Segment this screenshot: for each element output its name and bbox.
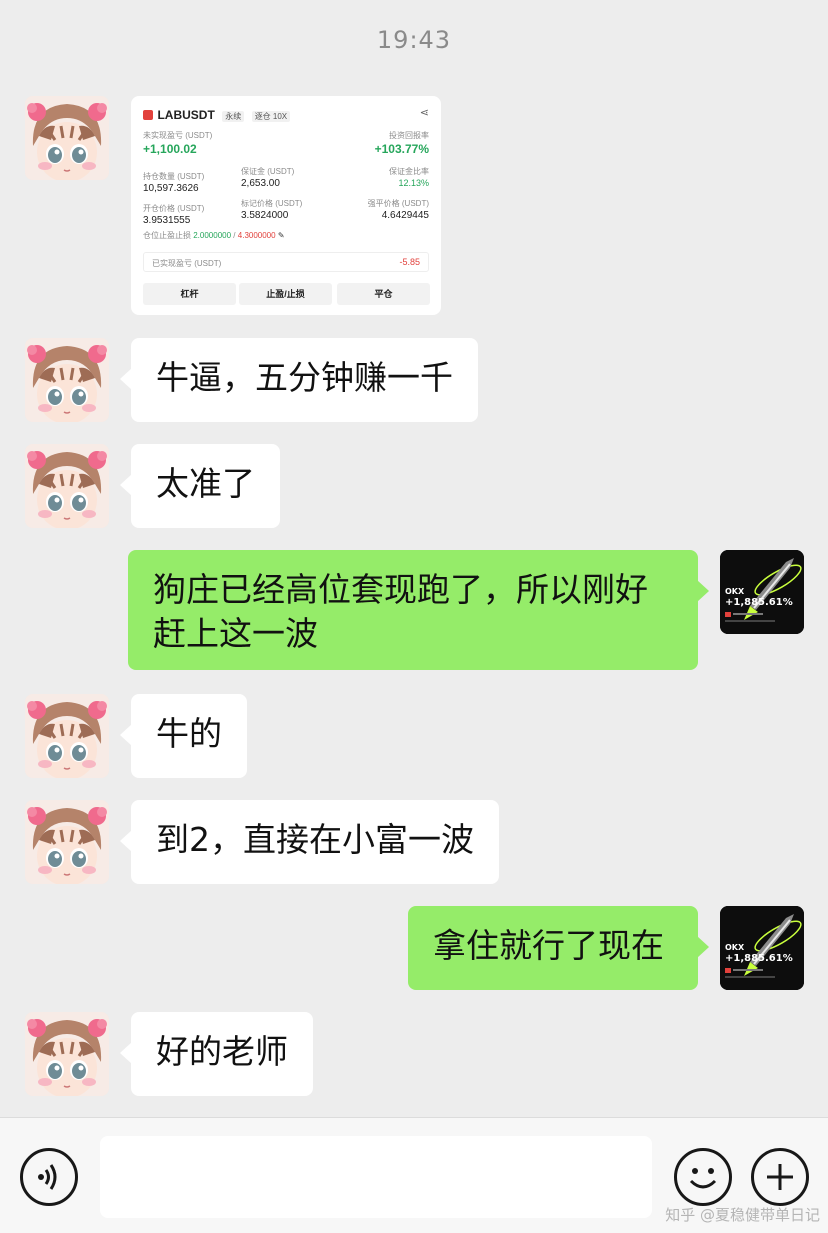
roi-label: 投资回报率	[389, 131, 429, 140]
edit-icon[interactable]: ✎	[278, 231, 285, 240]
status-time: 19:43	[376, 26, 452, 54]
emoji-button[interactable]	[674, 1148, 732, 1206]
tpsl-button[interactable]: 止盈/止损	[239, 283, 332, 305]
margin-ratio-value: 12.13%	[398, 178, 429, 188]
entry-value: 3.9531555	[143, 215, 191, 226]
liq-label: 强平价格 (USDT)	[367, 199, 429, 208]
message-bubble[interactable]: 到2，直接在小富一波	[120, 800, 499, 884]
contact-avatar[interactable]	[25, 338, 109, 422]
self-avatar-brand: OKX	[725, 587, 745, 596]
message-bubble[interactable]: 牛逼，五分钟赚一千	[120, 338, 478, 422]
message-bubble[interactable]: 牛的	[120, 694, 247, 778]
close-position-button[interactable]: 平仓	[337, 283, 430, 305]
self-avatar[interactable]: OKX +1,885.61%	[720, 906, 804, 990]
message-text-input[interactable]	[100, 1136, 652, 1218]
sl-value: 4.3000000	[237, 231, 276, 240]
message-bubble-self[interactable]: 狗庄已经高位套现跑了，所以刚好赶上这一波	[128, 550, 709, 670]
self-avatar-brand: OKX	[725, 943, 745, 952]
margin-label: 保证金 (USDT)	[241, 167, 295, 176]
self-avatar-percent: +1,885.61%	[725, 953, 793, 964]
contact-avatar[interactable]	[25, 1012, 109, 1096]
chat-input-bar: 知乎 @夏稳健带单日记	[0, 1117, 828, 1233]
liq-value: 4.6429445	[381, 210, 429, 221]
voice-icon	[38, 1164, 57, 1190]
voice-input-button[interactable]	[20, 1148, 78, 1206]
realized-label: 已实现盈亏 (USDT)	[152, 259, 222, 268]
unrealized-label: 未实现盈亏 (USDT)	[143, 131, 213, 140]
share-icon: ⋖	[419, 107, 429, 119]
message-bubble-self[interactable]: 拿住就行了现在	[408, 906, 709, 990]
contact-avatar[interactable]	[25, 800, 109, 884]
tpsl-label: 仓位止盈止损	[143, 231, 191, 240]
more-actions-button[interactable]	[751, 1148, 809, 1206]
self-avatar[interactable]: OKX +1,885.61%	[720, 550, 804, 634]
card-symbol: LABUSDT	[157, 108, 215, 122]
message-bubble[interactable]: 好的老师	[120, 1012, 313, 1096]
contact-avatar[interactable]	[25, 444, 109, 528]
card-tag-margin: 逐仓 10X	[251, 111, 291, 122]
token-icon	[143, 109, 153, 120]
message-bubble[interactable]: 太准了	[120, 444, 280, 528]
roi-value: +103.77%	[374, 142, 429, 156]
contact-avatar[interactable]	[25, 694, 109, 778]
tp-value: 2.0000000	[193, 231, 232, 240]
plus-icon	[767, 1164, 793, 1190]
margin-ratio-label: 保证金比率	[389, 167, 429, 176]
watermark: 知乎 @夏稳健带单日记	[665, 1206, 820, 1224]
leverage-button[interactable]: 杠杆	[143, 283, 236, 305]
realized-value: -5.85	[399, 257, 420, 267]
position-value: 10,597.3626	[143, 183, 199, 194]
contact-avatar[interactable]	[25, 96, 109, 180]
mark-label: 标记价格 (USDT)	[241, 199, 303, 208]
trade-screenshot-card[interactable]: LABUSDT 永续 逐仓 10X ⋖ 未实现盈亏 (USDT) 投资回报率 +…	[131, 96, 441, 315]
card-tag-perp: 永续	[222, 111, 245, 122]
mark-value: 3.5824000	[241, 210, 289, 221]
self-avatar-percent: +1,885.61%	[725, 597, 793, 608]
margin-value: 2,653.00	[241, 178, 280, 189]
realized-pnl-row[interactable]: 已实现盈亏 (USDT) -5.85	[143, 252, 429, 272]
emoji-icon	[689, 1168, 717, 1189]
